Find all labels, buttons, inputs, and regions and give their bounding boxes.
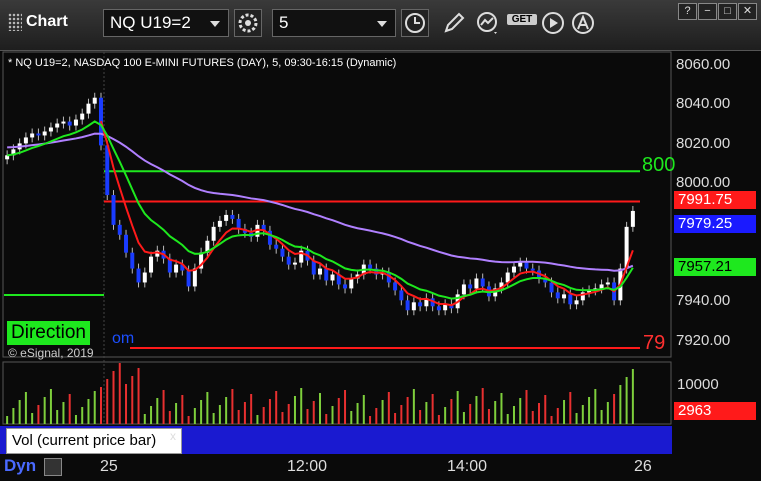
time-tick: 25 (100, 458, 118, 475)
candle-body (318, 268, 322, 275)
candle-body (630, 210, 635, 227)
candle-body (418, 302, 423, 307)
overlay-text: om (112, 330, 135, 347)
price-tick: 8000.00 (676, 174, 731, 191)
candle-body (330, 274, 335, 281)
candle-body (405, 300, 410, 311)
candle-body (286, 256, 291, 265)
candle-body (480, 278, 485, 287)
candle-body (80, 113, 85, 120)
price-tick: 8020.00 (676, 135, 731, 152)
price-tick: 7920.00 (676, 332, 731, 349)
time-tick: 12:00 (287, 458, 328, 475)
candle-body (524, 262, 529, 269)
candle-body (117, 224, 122, 235)
candle-body (605, 282, 610, 285)
candle-body (349, 278, 354, 289)
candle-body (280, 248, 285, 257)
candle-body (549, 282, 554, 293)
candle-body (55, 123, 60, 128)
price-flag-red: 7991.75 (674, 191, 756, 209)
candle-body (86, 103, 91, 114)
price-panel-frame (2, 51, 672, 358)
candle-body (518, 262, 523, 267)
lock-scale-icon[interactable] (44, 458, 62, 476)
volume-title: Vol (current price bar) (6, 428, 182, 454)
candle-body (368, 264, 373, 269)
price-chart[interactable] (0, 0, 761, 481)
candle-body (149, 256, 154, 273)
candle-body (324, 268, 329, 281)
candle-body (105, 145, 110, 196)
price-flag-blue: 7979.25 (674, 215, 756, 233)
candle-body (92, 97, 97, 104)
candle-body (343, 284, 348, 289)
candle-body (192, 268, 197, 287)
candle-body (292, 262, 297, 265)
candle-body (30, 133, 35, 138)
candle-body (461, 284, 466, 295)
red-level-label: 79 (643, 332, 666, 354)
candle-body (111, 195, 116, 225)
candle-body (61, 121, 66, 124)
candle-body (436, 306, 441, 311)
candle-body (142, 272, 147, 283)
candle-body (562, 294, 567, 299)
direction-label: Direction (7, 321, 90, 345)
price-tick: 7940.00 (676, 292, 731, 309)
volume-flag: 2963 (674, 402, 756, 420)
price-tick: 8060.00 (676, 56, 731, 73)
candle-body (211, 226, 216, 241)
candle-body (224, 214, 229, 221)
candle-body (274, 244, 279, 249)
candle-body (174, 264, 179, 273)
candle-body (474, 278, 479, 289)
candle-body (311, 260, 316, 275)
candle-body (217, 220, 222, 227)
red-average-line (100, 120, 634, 307)
candle-body (599, 284, 604, 289)
candle-body (124, 234, 129, 253)
candle-body (411, 302, 416, 311)
candle-body (230, 214, 235, 219)
candle-body (73, 119, 78, 126)
candle-body (130, 252, 135, 269)
candle-body (136, 268, 141, 283)
candle-body (468, 284, 473, 289)
time-tick: 26 (634, 458, 652, 475)
price-tick: 8040.00 (676, 95, 731, 112)
candle-body (568, 294, 573, 305)
candle-body (393, 282, 398, 291)
green-level-label: 800 (642, 154, 676, 176)
candle-body (48, 127, 53, 132)
price-flag-green: 7957.21 (674, 258, 756, 276)
copyright: © eSignal, 2019 (8, 346, 94, 360)
dyn-label[interactable]: Dyn (4, 456, 36, 476)
candle-body (67, 121, 72, 126)
candle-body (186, 270, 191, 287)
candle-body (555, 292, 560, 299)
chart-header: * NQ U19=2, NASDAQ 100 E-MINI FUTURES (D… (8, 57, 397, 69)
candle-body (530, 268, 535, 271)
volume-close-button[interactable]: x (170, 429, 176, 443)
candle-body (574, 300, 579, 305)
time-tick: 14:00 (447, 458, 488, 475)
candle-body (36, 133, 41, 136)
candle-body (511, 266, 516, 273)
candle-body (236, 218, 241, 229)
candle-body (23, 137, 28, 144)
candle-body (399, 290, 404, 301)
candle-body (42, 131, 47, 136)
volume-tick: 10000 (677, 376, 719, 393)
